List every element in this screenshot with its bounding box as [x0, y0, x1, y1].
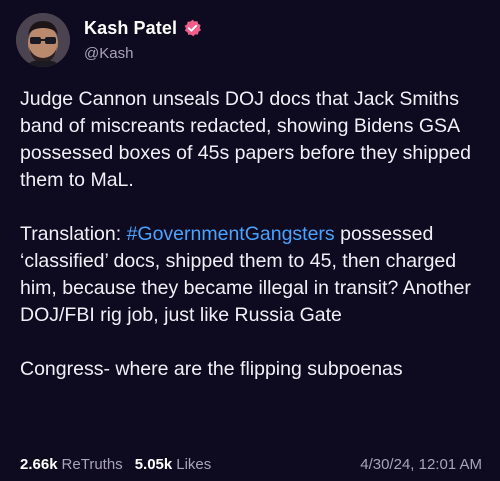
paragraph-2-prefix: Translation:	[20, 223, 127, 245]
post-footer: 2.66k ReTruths 5.05k Likes 4/30/24, 12:0…	[20, 456, 482, 473]
avatar-image	[16, 13, 70, 67]
likes-stat[interactable]: 5.05k Likes	[135, 456, 212, 473]
author-display-name[interactable]: Kash Patel	[84, 18, 177, 39]
retruths-stat[interactable]: 2.66k ReTruths	[20, 456, 123, 473]
likes-count: 5.05k	[134, 456, 173, 473]
post-paragraph-2: Translation: #GovernmentGangsters posses…	[20, 221, 490, 329]
post-timestamp[interactable]: 4/30/24, 12:01 AM	[360, 456, 482, 473]
verified-badge-icon	[183, 19, 202, 38]
avatar[interactable]	[16, 13, 70, 67]
name-row: Kash Patel	[84, 18, 202, 39]
post-card: Kash Patel @Kash Judge Cannon unseals DO…	[0, 0, 500, 481]
retruths-label: ReTruths	[61, 456, 123, 473]
post-paragraph-3: Congress- where are the flipping subpoen…	[20, 358, 403, 380]
author-identity: Kash Patel @Kash	[84, 18, 202, 62]
post-header: Kash Patel @Kash	[16, 10, 202, 70]
post-body: Judge Cannon unseals DOJ docs that Jack …	[20, 86, 490, 383]
post-paragraph-1: Judge Cannon unseals DOJ docs that Jack …	[20, 88, 471, 191]
retruths-count: 2.66k	[20, 456, 58, 473]
author-handle[interactable]: @Kash	[84, 45, 202, 62]
hashtag-link[interactable]: #GovernmentGangsters	[127, 223, 335, 245]
likes-label: Likes	[176, 456, 212, 473]
